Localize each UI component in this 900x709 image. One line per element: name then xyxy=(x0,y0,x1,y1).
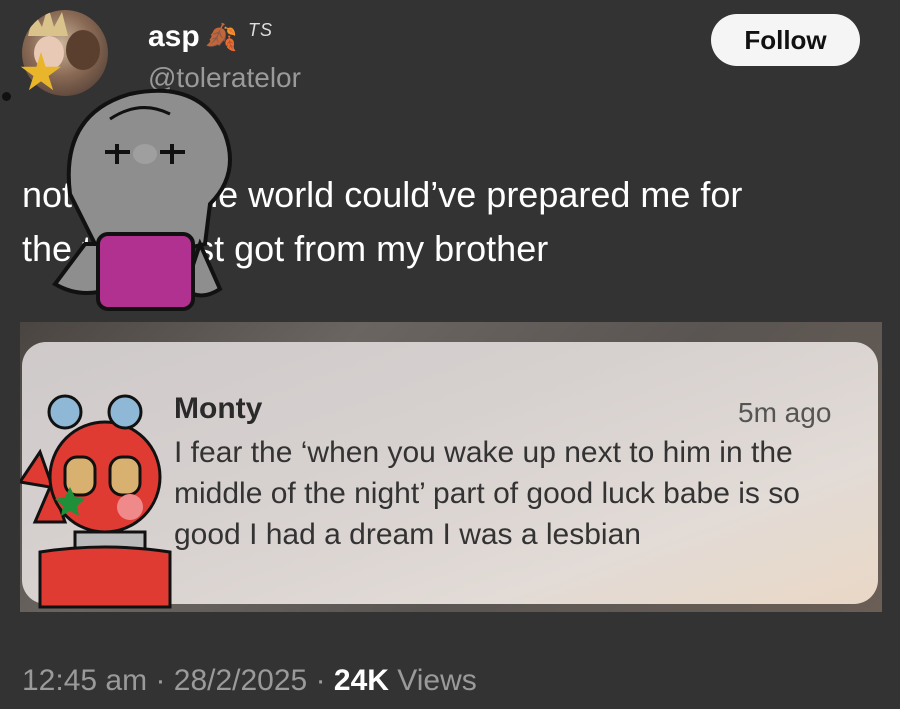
avatar-person-right xyxy=(66,30,100,70)
red-character-doodle xyxy=(20,394,172,609)
follow-button[interactable]: Follow xyxy=(711,14,860,66)
badge-text: TS xyxy=(248,20,274,40)
leaf-emoji-icon: 🍂 xyxy=(205,22,238,52)
views-label: Views xyxy=(397,664,477,697)
tweet-meta: 12:45 am · 28/2/2025 · 24K Views xyxy=(22,664,477,698)
tweet-time[interactable]: 12:45 am xyxy=(22,664,147,697)
grey-character-doodle xyxy=(52,88,232,311)
tweet-date[interactable]: 28/2/2025 xyxy=(174,664,307,697)
separator-dot: · xyxy=(155,664,174,697)
notification-message: I fear the ‘when you wake up next to him… xyxy=(174,436,800,551)
separator-dot: · xyxy=(315,664,334,697)
doodle-dot xyxy=(2,92,11,101)
display-name[interactable]: asp xyxy=(148,20,200,54)
crown-icon xyxy=(28,10,68,36)
views-count: 24K xyxy=(333,664,389,697)
notification-time: 5m ago xyxy=(738,397,832,428)
